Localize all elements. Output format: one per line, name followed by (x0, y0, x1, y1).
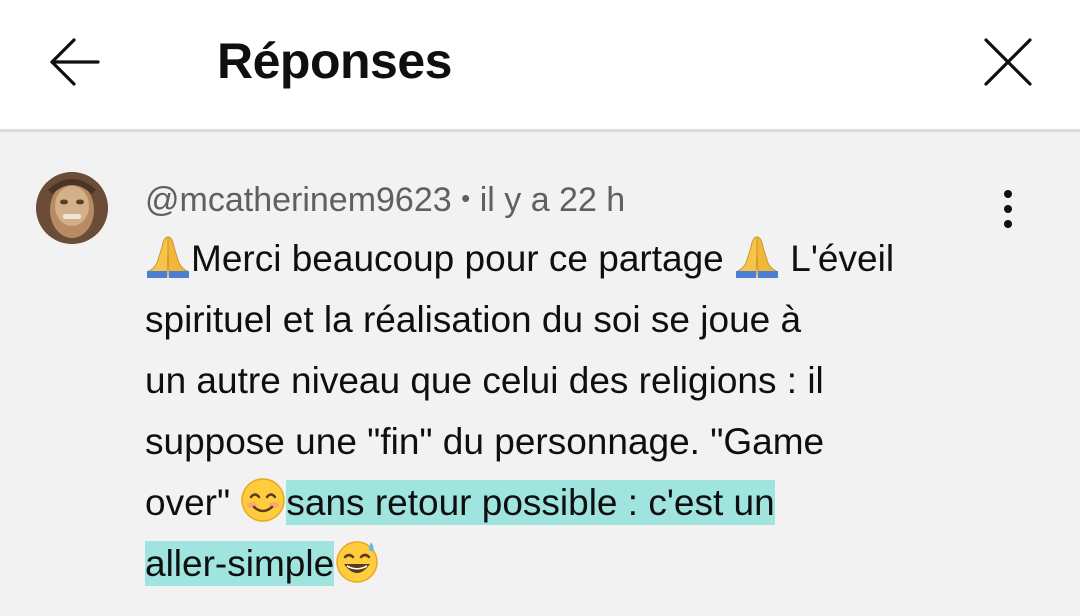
folded-hands-icon (145, 233, 191, 279)
app-header: Réponses (0, 0, 1080, 132)
comment-menu-button[interactable] (986, 184, 1030, 234)
comment-line-3: un autre niveau que celui des religions … (145, 360, 824, 401)
comment-line: Merci beaucoup pour ce partage L'éveil (145, 228, 1025, 289)
comment-time: il y a 22 h (479, 181, 626, 219)
smiling-face-icon (240, 477, 286, 523)
avatar[interactable] (36, 172, 108, 244)
comment-line-1a: Merci beaucoup pour ce partage (191, 238, 735, 279)
comment-line-2: spirituel et la réalisation du soi se jo… (145, 299, 802, 340)
avatar-image (36, 172, 108, 244)
folded-hands-icon (734, 233, 780, 279)
back-button[interactable] (38, 26, 110, 98)
comment-meta: @mcatherinem9623 • il y a 22 h (145, 176, 625, 222)
meta-separator: • (461, 183, 471, 213)
close-button[interactable] (972, 26, 1044, 98)
comment-line: aller-simple (145, 533, 1025, 594)
comment-line-4: suppose une "fin" du personnage. "Game (145, 421, 825, 462)
grinning-sweat-icon (334, 538, 380, 584)
comment-author[interactable]: @mcatherinem9623 (145, 181, 452, 219)
close-icon (984, 38, 1032, 86)
highlighted-text: aller-simple (145, 541, 335, 586)
comment-text: Merci beaucoup pour ce partage L'éveil s… (145, 228, 1025, 594)
arrow-left-icon (50, 38, 100, 86)
comment-line-1b: L'éveil (780, 238, 895, 279)
more-vertical-icon (1004, 190, 1012, 228)
comment-line-5a: over" (145, 482, 241, 523)
highlighted-text: sans retour possible : c'est un (286, 480, 775, 525)
page-title: Réponses (217, 33, 452, 89)
comment-line: over" sans retour possible : c'est un (145, 472, 1025, 533)
